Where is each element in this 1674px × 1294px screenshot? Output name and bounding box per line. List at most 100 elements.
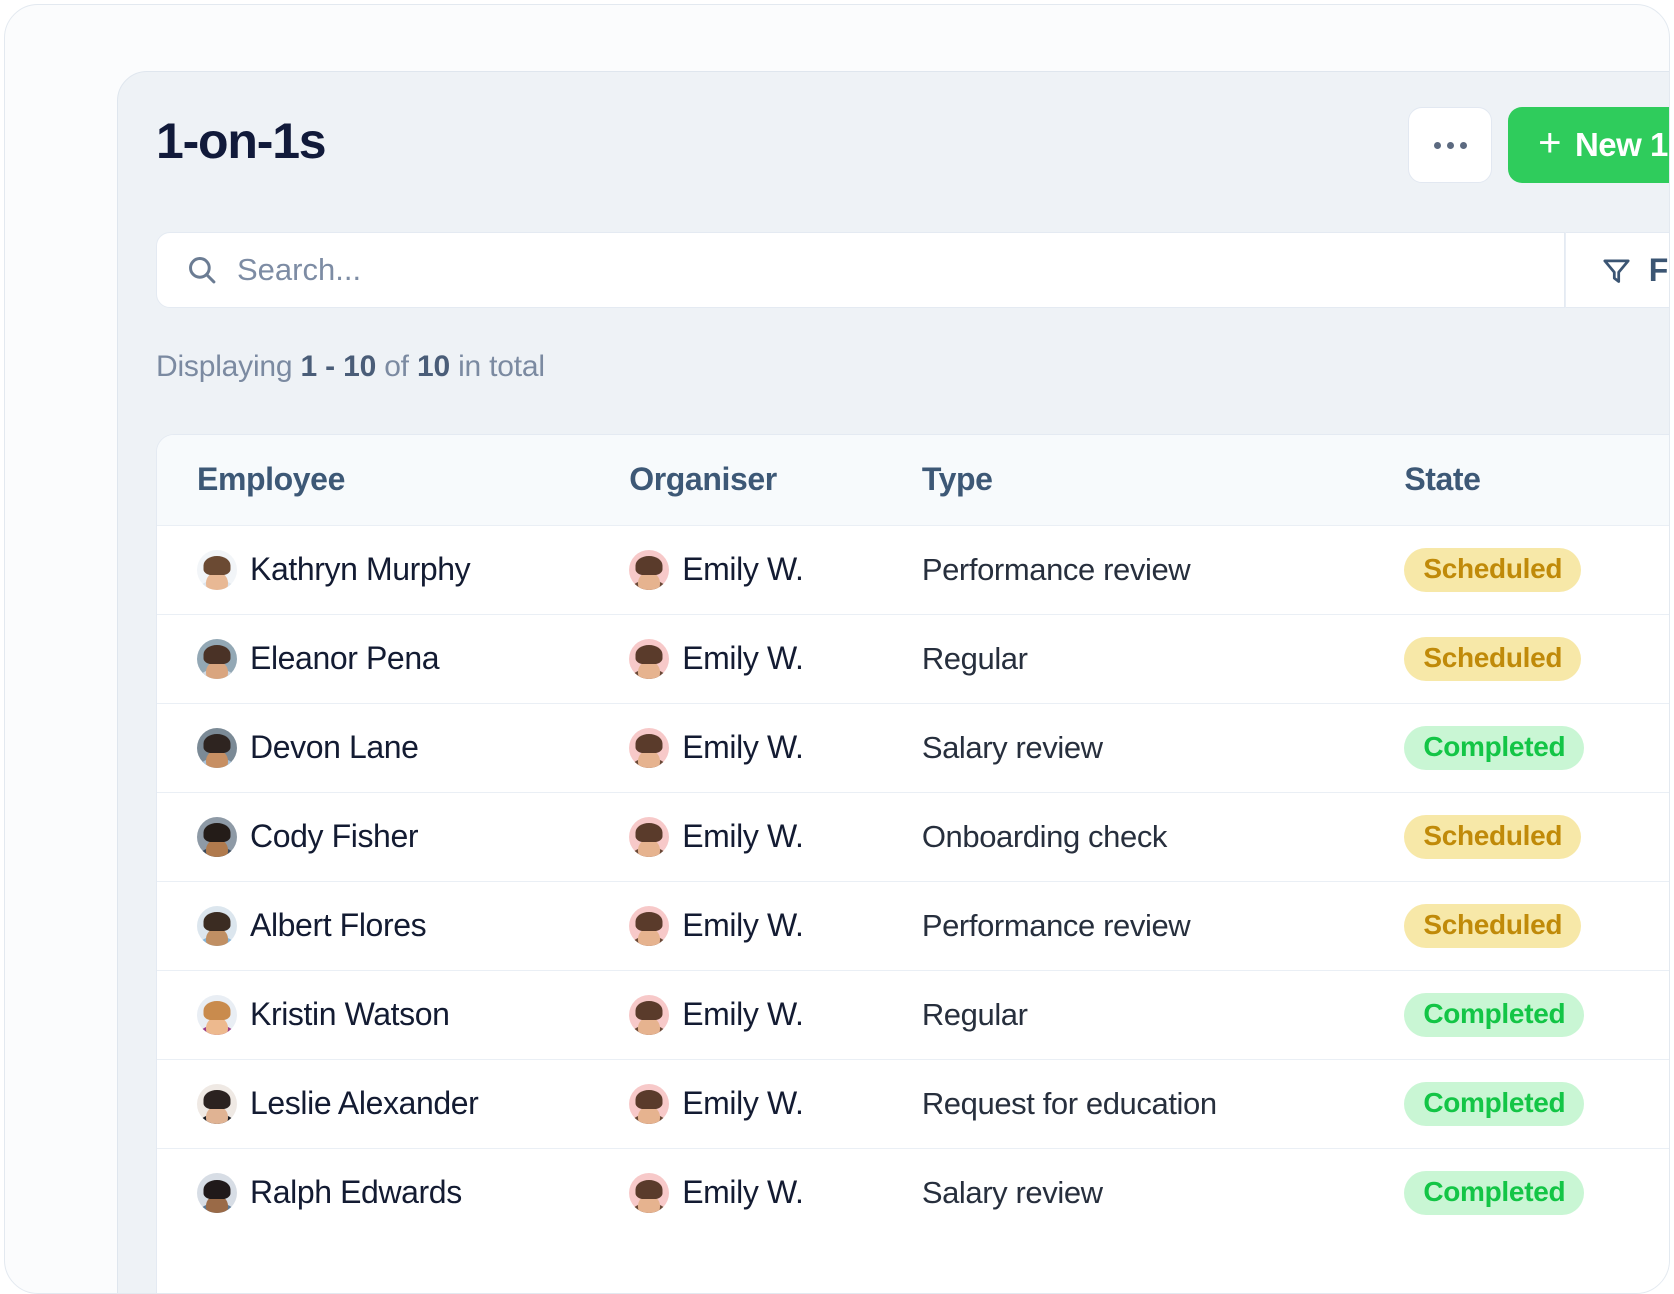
meeting-type: Performance review	[921, 552, 1191, 587]
cell-state: Completed	[1404, 970, 1669, 1059]
outer-window-panel: 1-on-1s + New 1-on-1	[4, 4, 1670, 1294]
organiser-avatar	[629, 638, 670, 679]
search-icon	[185, 253, 219, 287]
organiser-name: Emily W.	[682, 729, 804, 765]
status-badge: Scheduled	[1404, 814, 1582, 859]
cell-state: Scheduled	[1404, 881, 1669, 970]
new-one-on-one-label: New 1-on-1	[1574, 126, 1669, 163]
meeting-type: Performance review	[921, 908, 1191, 943]
table-row[interactable]: Cody Fisher Emily W. Onboarding check Sched…	[157, 792, 1669, 881]
cell-state: Scheduled	[1404, 792, 1669, 881]
cell-type: Salary review	[922, 1148, 1405, 1237]
employee-avatar	[197, 1172, 237, 1213]
cell-state: Completed	[1404, 1059, 1669, 1148]
employee-avatar	[197, 638, 237, 679]
table-row[interactable]: Albert Flores Emily W. Performance review S…	[157, 881, 1669, 970]
cell-employee: Kristin Watson	[157, 970, 629, 1059]
filter-button[interactable]: Filter (1)	[1564, 232, 1669, 308]
table-row[interactable]: Leslie Alexander Emily W. Request for educ…	[157, 1059, 1669, 1148]
organiser-name: Emily W.	[682, 818, 804, 854]
table-row[interactable]: Ralph Edwards Emily W. Salary review Comple…	[157, 1148, 1669, 1237]
cell-organiser: Emily W.	[629, 1059, 922, 1148]
search-field-wrapper[interactable]	[156, 232, 1565, 308]
cell-employee: Kathryn Murphy	[157, 525, 629, 614]
status-badge: Scheduled	[1404, 636, 1582, 681]
summary-prefix: Displaying	[156, 350, 301, 383]
cell-state: Scheduled	[1404, 614, 1669, 703]
search-input[interactable]	[237, 252, 1564, 288]
employee-name: Cody Fisher	[250, 818, 419, 854]
summary-middle: of	[376, 350, 417, 383]
meeting-type: Request for education	[921, 1086, 1217, 1121]
cell-employee: Eleanor Pena	[157, 614, 629, 703]
organiser-name: Emily W.	[682, 996, 804, 1032]
meeting-type: Regular	[921, 997, 1028, 1032]
cell-organiser: Emily W.	[629, 881, 922, 970]
cell-organiser: Emily W.	[629, 970, 922, 1059]
table-header-row: Employee Organiser Type State	[157, 435, 1669, 525]
table-row[interactable]: Kristin Watson Emily W. Regular Completed	[157, 970, 1669, 1059]
cell-type: Performance review	[922, 881, 1405, 970]
one-on-ones-table: Employee Organiser Type State Kathryn Mu…	[157, 435, 1669, 1237]
column-header-state[interactable]: State	[1404, 435, 1669, 525]
cell-organiser: Emily W.	[629, 525, 922, 614]
ellipsis-icon-dot	[1446, 141, 1454, 149]
cell-type: Regular	[922, 614, 1405, 703]
employee-name: Eleanor Pena	[250, 640, 440, 676]
new-one-on-one-button[interactable]: + New 1-on-1	[1508, 107, 1669, 183]
organiser-avatar	[629, 727, 670, 768]
table-body: Kathryn Murphy Emily W. Performance review…	[157, 525, 1669, 1237]
status-badge: Completed	[1404, 1081, 1585, 1126]
cell-employee: Ralph Edwards	[157, 1148, 629, 1237]
organiser-name: Emily W.	[682, 1174, 804, 1211]
filter-label: Filter (1)	[1648, 251, 1669, 288]
table-row[interactable]: Eleanor Pena Emily W. Regular Scheduled	[157, 614, 1669, 703]
organiser-avatar	[629, 1083, 670, 1124]
cell-employee: Devon Lane	[157, 703, 629, 792]
organiser-avatar	[629, 905, 670, 946]
header-actions: + New 1-on-1	[1408, 107, 1669, 183]
cell-state: Completed	[1404, 1148, 1669, 1237]
employee-avatar	[197, 1083, 237, 1124]
employee-name: Leslie Alexander	[250, 1085, 479, 1121]
employee-name: Albert Flores	[250, 907, 427, 943]
table-row[interactable]: Kathryn Murphy Emily W. Performance review…	[157, 525, 1669, 614]
funnel-icon	[1600, 254, 1633, 287]
employee-name: Kathryn Murphy	[250, 551, 471, 587]
organiser-name: Emily W.	[682, 1085, 804, 1121]
summary-suffix: in total	[449, 350, 545, 383]
status-badge: Completed	[1404, 992, 1585, 1037]
column-header-employee[interactable]: Employee	[157, 435, 629, 525]
organiser-avatar	[629, 994, 670, 1035]
cell-organiser: Emily W.	[629, 614, 922, 703]
status-badge: Scheduled	[1404, 547, 1582, 592]
table-head: Employee Organiser Type State	[157, 435, 1669, 525]
table-row[interactable]: Devon Lane Emily W. Salary review Completed	[157, 703, 1669, 792]
organiser-name: Emily W.	[682, 907, 804, 943]
summary-range: 1 - 10	[300, 350, 377, 383]
meeting-type: Regular	[921, 641, 1028, 676]
organiser-avatar	[629, 816, 670, 857]
cell-type: Performance review	[922, 525, 1405, 614]
one-on-ones-table-card: Employee Organiser Type State Kathryn Mu…	[156, 434, 1669, 1293]
employee-avatar	[197, 905, 237, 946]
table-toolbar: Filter (1)	[156, 232, 1669, 308]
employee-avatar	[197, 994, 237, 1035]
summary-total: 10	[416, 350, 450, 383]
status-badge: Completed	[1404, 1170, 1585, 1215]
status-badge: Completed	[1404, 725, 1585, 770]
cell-employee: Cody Fisher	[157, 792, 629, 881]
meeting-type: Salary review	[921, 1175, 1103, 1211]
column-header-organiser[interactable]: Organiser	[629, 435, 922, 525]
results-summary: Displaying 1 - 10 of 10 in total	[156, 350, 545, 384]
organiser-avatar	[629, 549, 670, 590]
cell-organiser: Emily W.	[629, 703, 922, 792]
cell-state: Completed	[1404, 703, 1669, 792]
more-options-button[interactable]	[1408, 107, 1493, 183]
employee-name: Ralph Edwards	[250, 1174, 462, 1211]
cell-employee: Leslie Alexander	[157, 1059, 629, 1148]
status-badge: Scheduled	[1404, 903, 1582, 948]
cell-state: Scheduled	[1404, 525, 1669, 614]
column-header-type[interactable]: Type	[922, 435, 1405, 525]
cell-organiser: Emily W.	[629, 1148, 922, 1237]
